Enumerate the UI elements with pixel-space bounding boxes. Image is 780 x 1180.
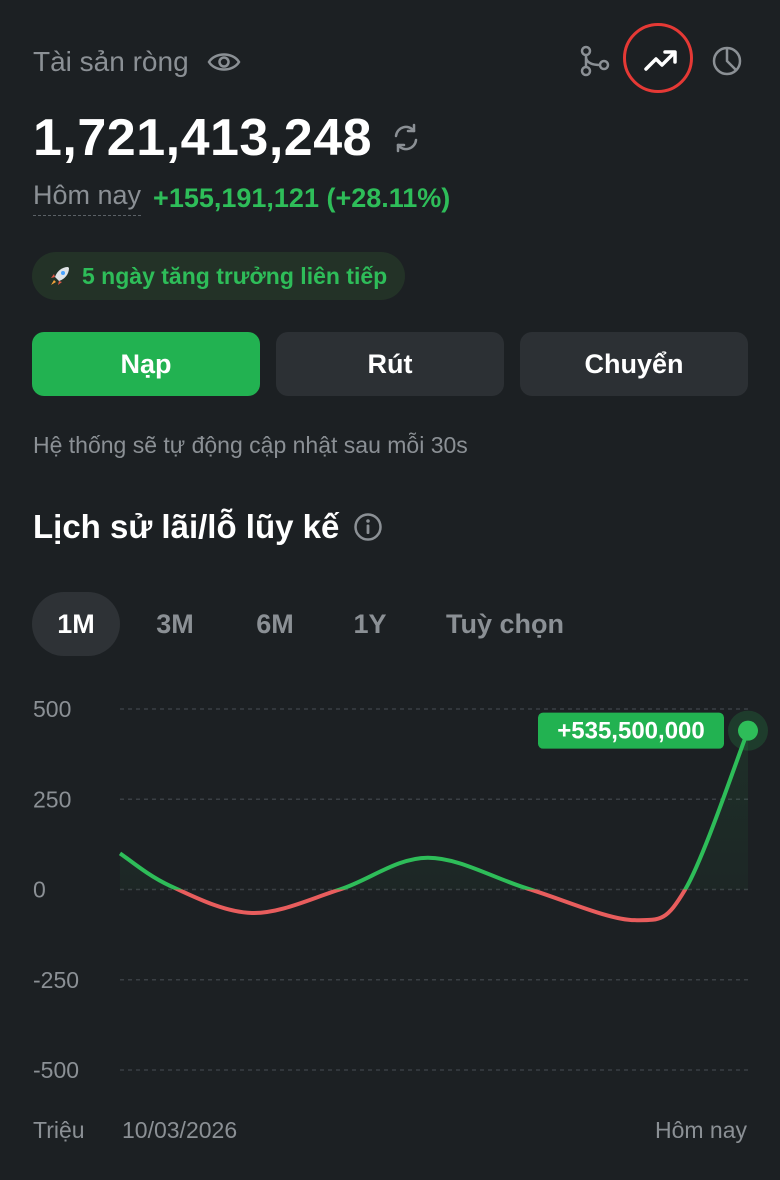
x-start-label: 10/03/2026 (122, 1117, 237, 1143)
info-icon[interactable] (353, 512, 383, 542)
pie-chart-icon[interactable] (710, 44, 744, 78)
deposit-button[interactable]: Nạp (32, 332, 260, 396)
tab-6m[interactable]: 6M (230, 592, 320, 656)
tab-1m[interactable]: 1M (32, 592, 120, 656)
streak-text: 5 ngày tăng trưởng liên tiếp (82, 262, 388, 289)
tab-custom[interactable]: Tuỳ chọn (420, 592, 590, 656)
balance-amount: 1,721,413,248 (33, 109, 373, 167)
y-tick-label: 500 (33, 696, 71, 722)
trend-up-icon[interactable] (623, 23, 693, 93)
section-title: Lịch sử lãi/lỗ lũy kế (33, 508, 340, 545)
y-tick-label: 0 (33, 877, 46, 903)
active-selection-ring (623, 23, 693, 93)
auto-update-note: Hệ thống sẽ tự động cập nhật sau mỗi 30s (33, 432, 468, 458)
pnl-line-positive (118, 729, 750, 890)
pnl-line-chart: 500 250 0 -250 -500 +535,500,000 Triệu 10/03… (33, 696, 768, 1143)
refresh-icon[interactable] (390, 122, 422, 154)
today-label[interactable]: Hôm nay (33, 180, 142, 216)
balance-row: 1,721,413,248 (33, 108, 422, 168)
end-point[interactable] (738, 720, 758, 741)
eye-icon[interactable] (207, 50, 241, 74)
x-end-label: Hôm nay (655, 1117, 748, 1143)
unit-label: Triệu (33, 1117, 85, 1143)
area-fill (120, 730, 748, 890)
tab-1y[interactable]: 1Y (320, 592, 420, 656)
view-mode-switcher (578, 23, 744, 93)
y-tick-label: -250 (33, 967, 79, 993)
today-change-value: +155,191,121 (+28.11%) (153, 182, 451, 213)
net-worth-label: Tài sản ròng (33, 46, 189, 77)
y-tick-label: -500 (33, 1057, 79, 1083)
net-worth-label-row: Tài sản ròng (33, 46, 241, 78)
streak-badge: 5 ngày tăng trưởng liên tiếp (32, 252, 406, 300)
rocket-icon (51, 267, 69, 285)
today-change-row: Hôm nay +155,191,121 (+28.11%) (33, 180, 450, 216)
transfer-button[interactable]: Chuyển (520, 332, 748, 396)
pnl-history-header: Lịch sử lãi/lỗ lũy kế (33, 508, 383, 546)
y-tick-label: 250 (33, 786, 71, 812)
tab-3m[interactable]: 3M (120, 592, 230, 656)
pnl-line-negative (173, 889, 688, 923)
final-value-label: +535,500,000 (557, 718, 704, 745)
range-tabs: 1M 3M 6M 1Y Tuỳ chọn (32, 592, 590, 656)
y-axis-labels: 500 250 0 -250 -500 (33, 696, 79, 1083)
withdraw-button[interactable]: Rút (276, 332, 504, 396)
final-value-badge: +535,500,000 (538, 712, 724, 749)
branch-icon[interactable] (578, 44, 612, 78)
